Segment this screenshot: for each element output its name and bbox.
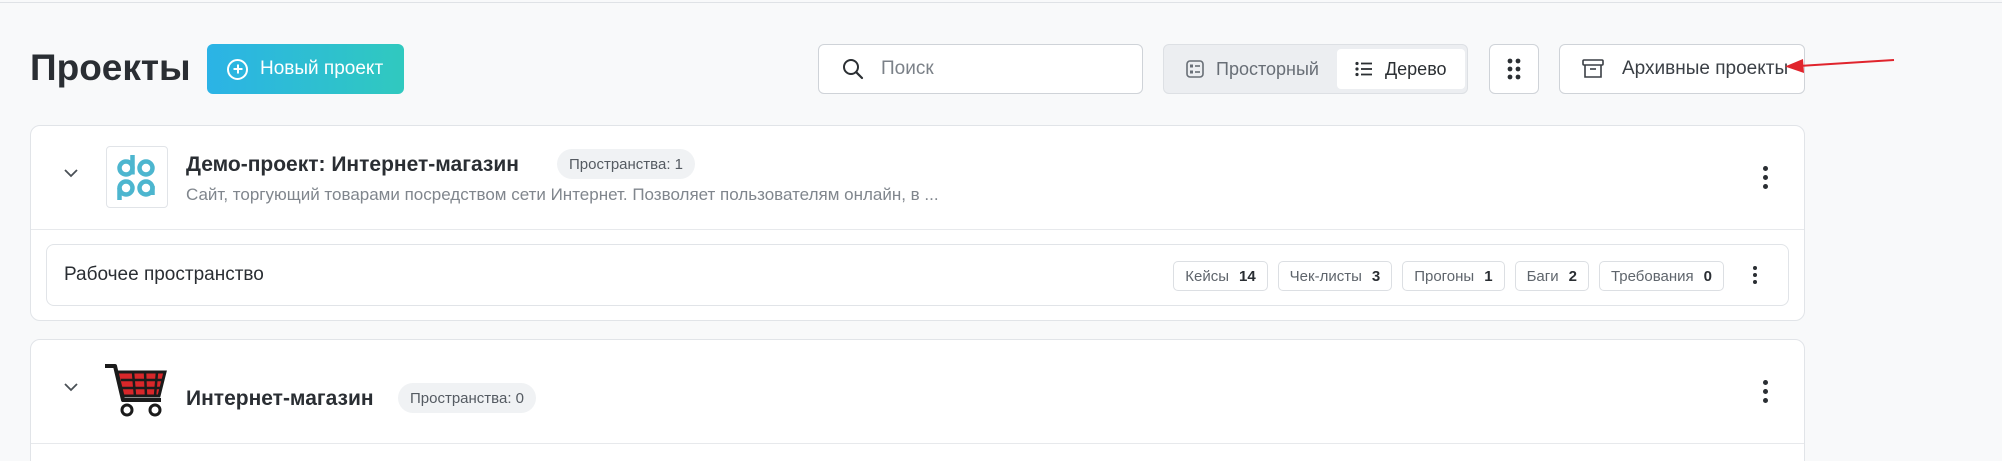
project-description: Сайт, торгующий товарами посредством сет…: [186, 185, 939, 204]
stat-checklists[interactable]: Чек-листы 3: [1277, 261, 1393, 291]
archive-projects-label: Архивные проекты: [1622, 58, 1789, 79]
shopping-cart-icon: [105, 364, 167, 417]
project-more-button[interactable]: [1763, 166, 1768, 189]
stat-label: Прогоны: [1414, 267, 1475, 285]
workspace-name[interactable]: Рабочее пространство: [64, 264, 264, 286]
dots-grid-icon: [1507, 58, 1521, 80]
doqa-logo-icon: [117, 155, 155, 200]
kebab-dot: [1763, 166, 1768, 171]
kebab-dot: [1763, 389, 1768, 394]
stat-label: Чек-листы: [1289, 267, 1362, 285]
kebab-dot: [1753, 273, 1757, 277]
view-option-label: Просторный: [1216, 58, 1319, 79]
plus-circle-icon: [227, 58, 248, 80]
project-card: Интернет-магазин Пространства: 0: [30, 339, 1805, 461]
stat-runs[interactable]: Прогоны 1: [1402, 261, 1505, 291]
stat-value: 14: [1238, 267, 1256, 285]
kebab-dot: [1763, 398, 1768, 403]
archive-projects-button[interactable]: Архивные проекты: [1559, 44, 1805, 94]
view-option-label: Дерево: [1384, 58, 1447, 79]
kebab-dot: [1763, 184, 1768, 189]
stat-value: 3: [1371, 267, 1381, 285]
project-card: Демо-проект: Интернет-магазин Пространст…: [30, 125, 1805, 321]
search-box[interactable]: [818, 44, 1143, 94]
kebab-dot: [1753, 280, 1757, 284]
view-option-spacious[interactable]: Просторный: [1168, 49, 1337, 89]
new-project-button[interactable]: Новый проект: [207, 44, 404, 94]
stat-value: 0: [1703, 267, 1712, 285]
top-divider: [0, 2, 2002, 3]
workspace-row[interactable]: Рабочее пространство Кейсы 14 Чек-листы …: [46, 244, 1789, 306]
search-input[interactable]: [881, 58, 1111, 80]
stat-bugs[interactable]: Баги 2: [1514, 261, 1589, 291]
stat-value: 1: [1484, 267, 1493, 285]
archive-box-icon: [1582, 59, 1604, 78]
spaces-count-badge: Пространства: 1: [557, 149, 695, 179]
project-card-header[interactable]: Демо-проект: Интернет-магазин Пространст…: [31, 126, 1804, 230]
kebab-dot: [1763, 380, 1768, 385]
stat-requirements[interactable]: Требования 0: [1598, 261, 1724, 291]
stat-label: Кейсы: [1185, 267, 1229, 285]
chevron-down-icon[interactable]: [63, 168, 79, 178]
annotation-arrow-icon: [1785, 59, 1895, 73]
kebab-dot: [1763, 175, 1768, 180]
stat-label: Требования: [1610, 267, 1694, 285]
spaces-count-badge: Пространства: 0: [398, 383, 536, 413]
page-title: Проекты: [30, 47, 191, 88]
card-layout-icon: [1186, 60, 1204, 78]
search-icon: [843, 59, 864, 80]
project-name[interactable]: Демо-проект: Интернет-магазин: [186, 153, 519, 177]
project-card-header[interactable]: Интернет-магазин Пространства: 0: [31, 340, 1804, 444]
workspace-more-button[interactable]: [1753, 266, 1757, 284]
stat-value: 2: [1568, 267, 1577, 285]
view-option-tree[interactable]: Дерево: [1336, 49, 1465, 89]
stat-label: Баги: [1526, 267, 1559, 285]
columns-menu-button[interactable]: [1489, 44, 1539, 94]
list-icon: [1355, 61, 1372, 77]
view-toggle: Просторный Дерево: [1163, 44, 1468, 94]
project-name[interactable]: Интернет-магазин: [186, 387, 374, 411]
stat-cases[interactable]: Кейсы 14: [1173, 261, 1268, 291]
project-logo: [106, 146, 168, 208]
kebab-dot: [1753, 266, 1757, 270]
chevron-down-icon[interactable]: [63, 382, 79, 392]
workspace-stats: Кейсы 14 Чек-листы 3 Прогоны 1 Баги 2 Тр…: [1173, 261, 1724, 291]
project-more-button[interactable]: [1763, 380, 1768, 403]
new-project-label: Новый проект: [260, 58, 384, 79]
